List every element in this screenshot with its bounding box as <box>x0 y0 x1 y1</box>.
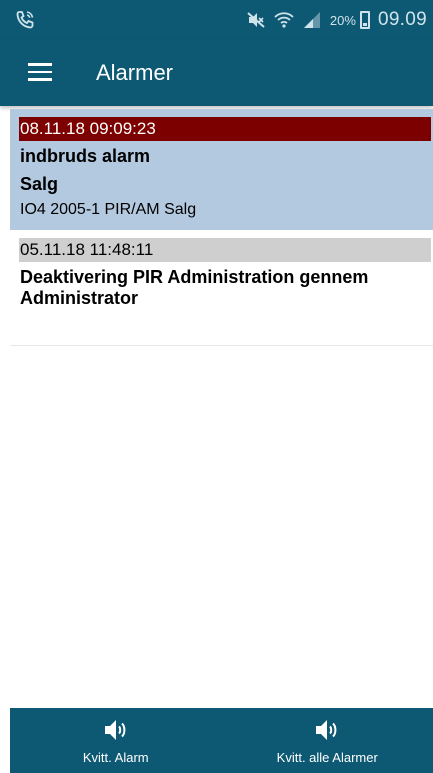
signal-icon <box>303 12 320 28</box>
status-bar: 20% 09.09 <box>0 0 433 40</box>
acknowledge-all-alarms-button[interactable]: Kvitt. alle Alarmer <box>222 708 433 773</box>
speaker-icon <box>316 720 337 740</box>
app-bar: Alarmer <box>0 40 433 106</box>
wifi-icon <box>274 12 294 28</box>
alarm-timestamp: 08.11.18 09:09:23 <box>19 117 431 141</box>
acknowledge-alarm-button[interactable]: Kvitt. Alarm <box>10 708 222 773</box>
alarm-title: Deaktivering PIR Administration gennem A… <box>20 267 369 308</box>
mute-icon <box>247 12 265 28</box>
acknowledge-alarm-label: Kvitt. Alarm <box>82 750 149 765</box>
battery-percent: 20% <box>329 12 356 28</box>
alarm-area: Salg <box>20 174 59 194</box>
app-screen: 20% 09.09 Alarmer 08.11.18 09:09:23 indb… <box>0 0 433 773</box>
speaker-icon <box>104 720 126 740</box>
alarm-list: 08.11.18 09:09:23 indbruds alarm Salg IO… <box>10 109 433 346</box>
page-title: Alarmer <box>96 60 174 85</box>
hamburger-menu-icon[interactable] <box>28 63 52 83</box>
alarm-list-item[interactable]: 05.11.18 11:48:11 Deaktivering PIR Admin… <box>10 230 433 346</box>
status-icons: 20% 09.09 <box>246 6 427 34</box>
alarm-timestamp: 05.11.18 11:48:11 <box>19 238 431 262</box>
alarm-list-item[interactable]: 08.11.18 09:09:23 indbruds alarm Salg IO… <box>10 109 433 230</box>
alarm-title: indbruds alarm <box>20 146 151 166</box>
alarm-detail: IO4 2005-1 PIR/AM Salg <box>20 201 197 218</box>
phone-call-icon <box>16 11 34 29</box>
bottom-action-bar: Kvitt. Alarm Kvitt. alle Alarmer <box>10 708 433 773</box>
battery-icon <box>359 11 370 29</box>
status-clock: 09.09 <box>377 9 427 30</box>
acknowledge-all-alarms-label: Kvitt. alle Alarmer <box>276 750 378 765</box>
